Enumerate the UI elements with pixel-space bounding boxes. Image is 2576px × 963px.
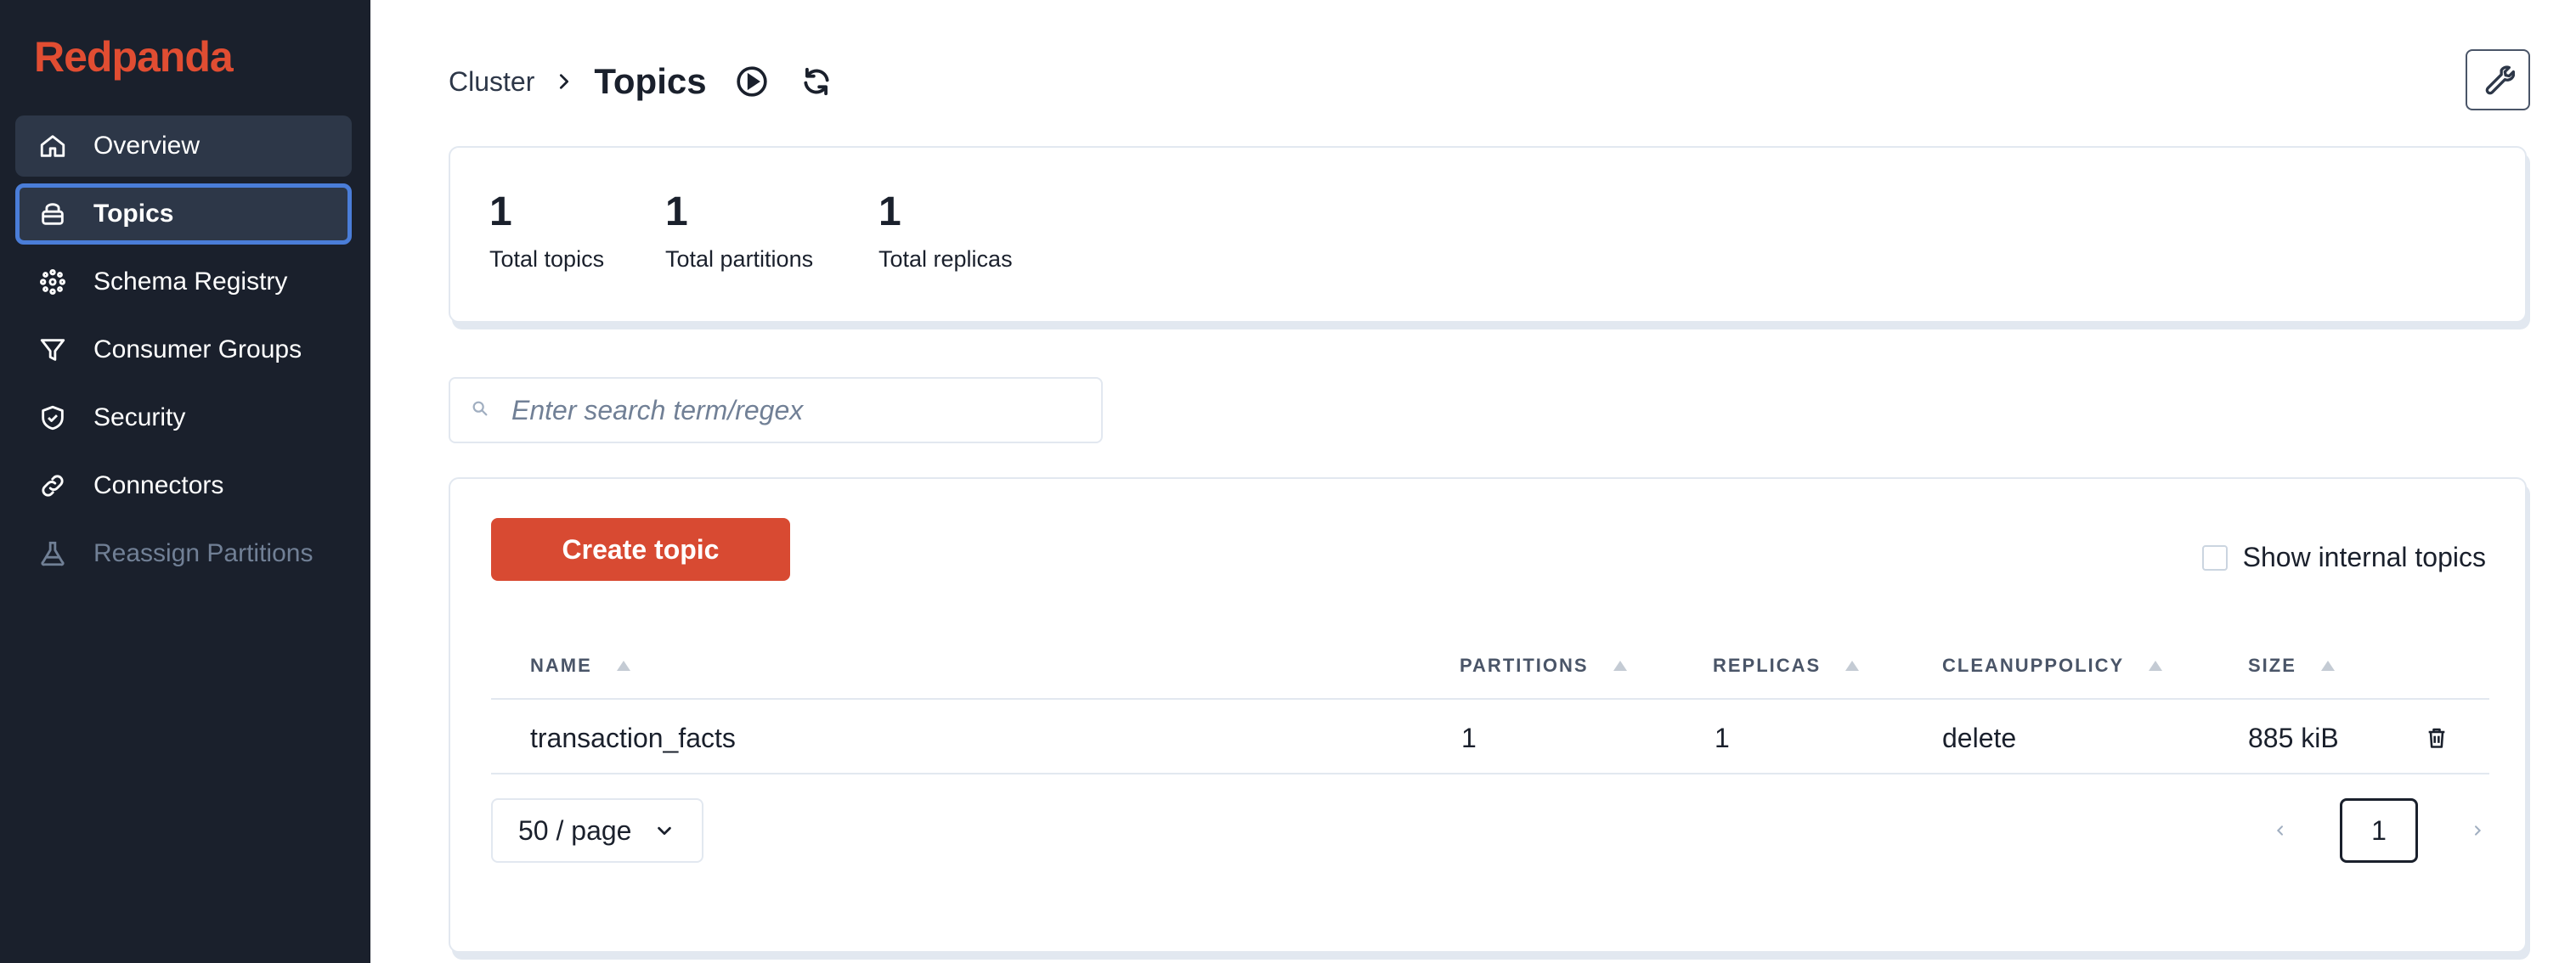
show-internal-topics-label: Show internal topics <box>2242 542 2486 572</box>
stat-total-topics: 1 Total topics <box>489 192 604 273</box>
create-topic-button[interactable]: Create topic <box>491 518 790 581</box>
sidebar-item-topics[interactable]: Topics <box>15 183 352 245</box>
stat-value: 1 <box>878 189 901 234</box>
topic-partitions: 1 <box>1461 722 1477 753</box>
column-header-cleanuppolicy[interactable]: CLEANUPPOLICY <box>1942 632 2163 700</box>
chevron-down-icon <box>655 821 674 840</box>
column-header-size[interactable]: SIZE <box>2248 632 2336 700</box>
sidebar-item-label: Security <box>93 403 186 431</box>
home-icon <box>37 131 68 161</box>
search-input[interactable] <box>511 394 1089 426</box>
show-internal-topics-toggle[interactable]: Show internal topics <box>2201 542 2486 573</box>
stat-total-partitions: 1 Total partitions <box>665 192 813 273</box>
page-number-button[interactable]: 1 <box>2340 798 2418 863</box>
refresh-icon[interactable] <box>797 62 836 101</box>
filter-icon <box>37 335 68 365</box>
sort-up-icon[interactable] <box>1613 660 1628 672</box>
column-header-partitions[interactable]: PARTITIONS <box>1460 632 1628 700</box>
stats-card: 1 Total topics 1 Total partitions 1 Tota… <box>449 146 2527 323</box>
sidebar-item-schema-registry[interactable]: Schema Registry <box>15 251 352 313</box>
sidebar-item-reassign-partitions: Reassign Partitions <box>15 523 352 584</box>
topic-replicas: 1 <box>1715 722 1730 753</box>
sidebar-item-connectors[interactable]: Connectors <box>15 455 352 516</box>
page-size-select[interactable]: 50 / page <box>491 798 703 863</box>
pagination: 1 <box>2263 798 2494 863</box>
sidebar: Redpanda Overview Topics Schema Registry… <box>0 0 370 963</box>
sort-up-icon[interactable] <box>616 660 631 672</box>
sidebar-item-label: Consumer Groups <box>93 335 302 363</box>
sidebar-item-label: Overview <box>93 132 201 160</box>
sidebar-item-label: Connectors <box>93 471 224 499</box>
column-header-replicas[interactable]: REPLICAS <box>1713 632 1860 700</box>
sort-up-icon[interactable] <box>2320 660 2336 672</box>
breadcrumb: Cluster Topics <box>449 58 861 105</box>
column-header-label: CLEANUPPOLICY <box>1942 655 2125 676</box>
sidebar-item-label: Topics <box>93 200 174 228</box>
sidebar-item-label: Schema Registry <box>93 268 288 296</box>
chevron-right-icon <box>555 72 573 91</box>
chevron-right-icon[interactable] <box>2460 824 2494 837</box>
stat-value: 1 <box>489 189 512 234</box>
search-icon <box>471 399 489 422</box>
wrench-icon <box>2481 61 2516 99</box>
topic-name-link[interactable]: transaction_facts <box>530 701 736 774</box>
chevron-left-icon[interactable] <box>2263 824 2297 837</box>
topics-icon <box>37 199 68 229</box>
sort-up-icon[interactable] <box>2148 660 2163 672</box>
stat-label: Total topics <box>489 246 605 272</box>
stat-value: 1 <box>665 189 688 234</box>
trash-icon[interactable] <box>2420 721 2454 755</box>
column-header-name[interactable]: NAME <box>530 632 631 700</box>
show-internal-topics-checkbox[interactable] <box>2201 544 2228 571</box>
sidebar-item-overview[interactable]: Overview <box>15 115 352 177</box>
settings-wrench-button[interactable] <box>2466 49 2530 110</box>
schema-icon <box>37 267 68 297</box>
column-header-label: SIZE <box>2248 655 2296 676</box>
page-size-value: 50 / page <box>518 814 632 846</box>
stat-label: Total partitions <box>665 246 814 272</box>
topic-cleanup-policy: delete <box>1942 722 2017 753</box>
topics-table-card: Create topic Show internal topics NAME P… <box>449 477 2527 953</box>
column-header-label: PARTITIONS <box>1460 655 1589 676</box>
sidebar-item-consumer-groups[interactable]: Consumer Groups <box>15 319 352 380</box>
breadcrumb-cluster-link[interactable]: Cluster <box>449 66 534 98</box>
link-icon <box>37 470 68 501</box>
stat-total-replicas: 1 Total replicas <box>878 192 1013 273</box>
shield-icon <box>37 403 68 433</box>
play-circle-icon[interactable] <box>732 62 771 101</box>
redpanda-logo[interactable]: Redpanda <box>34 32 234 82</box>
table-row[interactable]: transaction_facts 1 1 delete 885 kiB <box>491 701 2489 774</box>
main-content: Cluster Topics 1 Total topics 1 Total pa… <box>370 0 2576 963</box>
column-header-label: NAME <box>530 655 592 676</box>
table-header: NAME PARTITIONS REPLICAS CLEANUPPOLICY S… <box>491 632 2489 700</box>
sort-up-icon[interactable] <box>1844 660 1860 672</box>
sidebar-item-security[interactable]: Security <box>15 387 352 448</box>
sidebar-item-label: Reassign Partitions <box>93 539 314 567</box>
stat-label: Total replicas <box>878 246 1013 272</box>
flask-icon <box>37 538 68 569</box>
search-box[interactable] <box>449 377 1103 443</box>
topic-size: 885 kiB <box>2248 722 2339 753</box>
column-header-label: REPLICAS <box>1713 655 1822 676</box>
page-title: Topics <box>594 61 707 101</box>
delete-topic-button[interactable] <box>2420 701 2454 774</box>
sidebar-nav: Overview Topics Schema Registry Consumer… <box>15 115 352 591</box>
